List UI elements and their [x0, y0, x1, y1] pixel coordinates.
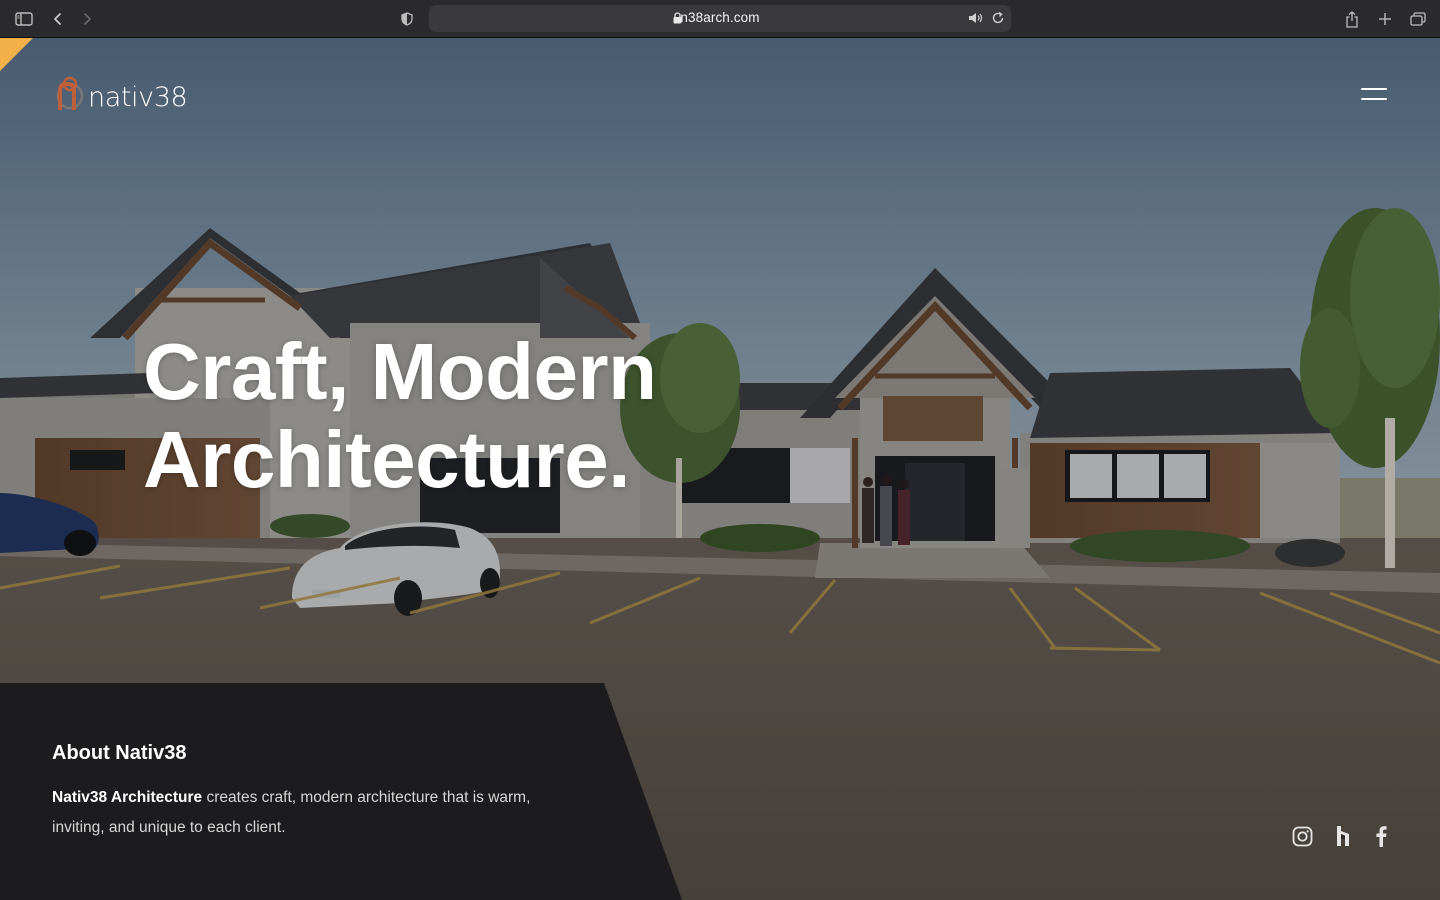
- shield-icon[interactable]: [397, 9, 417, 29]
- back-icon[interactable]: [48, 9, 68, 29]
- accent-corner: [0, 38, 33, 71]
- address-bar[interactable]: n38arch.com: [429, 5, 1011, 32]
- facebook-icon[interactable]: [1369, 824, 1393, 848]
- new-tab-icon[interactable]: [1375, 9, 1395, 29]
- instagram-icon[interactable]: [1290, 824, 1314, 848]
- hero-headline: Craft, Modern Architecture.: [143, 328, 657, 504]
- site-logo[interactable]: nativ38: [54, 76, 188, 116]
- about-title: About Nativ38: [52, 742, 187, 764]
- sidebar-icon[interactable]: [14, 9, 34, 29]
- speaker-icon[interactable]: [968, 11, 984, 25]
- browser-toolbar: n38arch.com: [0, 0, 1440, 38]
- headline-line-1: Craft, Modern: [143, 327, 657, 416]
- logo-mark-icon: [56, 76, 84, 110]
- forward-icon[interactable]: [77, 9, 97, 29]
- headline-line-2: Architecture.: [143, 415, 630, 504]
- url-text: n38arch.com: [680, 10, 760, 25]
- reload-icon[interactable]: [991, 11, 1005, 25]
- about-company-name: Nativ38 Architecture: [52, 789, 203, 806]
- share-icon[interactable]: [1342, 9, 1362, 29]
- tabs-overview-icon[interactable]: [1408, 9, 1428, 29]
- hamburger-menu-icon[interactable]: [1361, 86, 1389, 104]
- houzz-icon[interactable]: [1331, 824, 1355, 848]
- logo-wordmark: nativ38: [88, 81, 188, 113]
- about-description: Nativ38 Architecture creates craft, mode…: [52, 783, 542, 843]
